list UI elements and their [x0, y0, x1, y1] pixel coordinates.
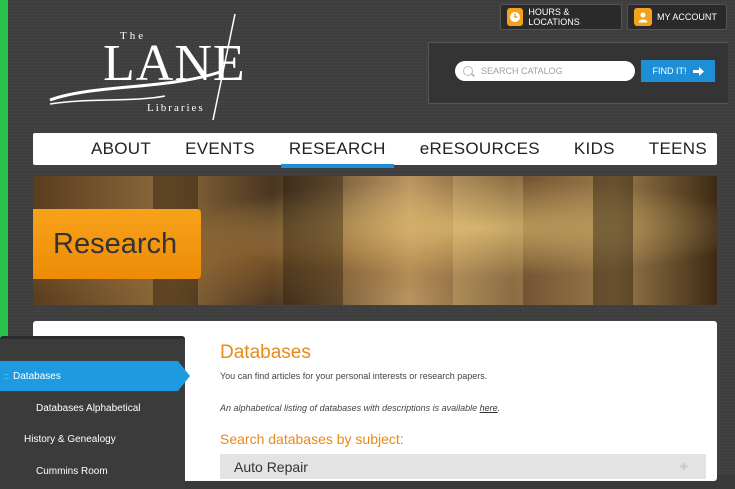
intro-text: You can find articles for your personal … — [220, 371, 488, 381]
sidebar-item-databases-alphabetical[interactable]: Databases Alphabetical — [0, 393, 185, 423]
sidebar: :: Databases Databases Alphabetical Hist… — [0, 336, 190, 489]
here-link[interactable]: here — [480, 403, 498, 413]
logo-libraries: Libraries — [147, 102, 205, 114]
search-catalog-input[interactable] — [455, 61, 635, 81]
sidebar-item-label: Databases — [13, 370, 61, 382]
sidebar-item-label: History & Genealogy — [24, 433, 116, 445]
sidebar-item-databases[interactable]: :: Databases — [0, 361, 190, 391]
accordion-label: Auto Repair — [234, 458, 308, 475]
find-it-button[interactable]: FIND IT! — [641, 60, 715, 82]
my-account-label: MY ACCOUNT — [657, 12, 717, 22]
page-title: Databases — [220, 342, 311, 363]
arrow-right-icon — [692, 66, 704, 76]
logo-lane: LANE — [103, 35, 246, 92]
sidebar-item-label: Cummins Room — [36, 465, 108, 477]
nav-research[interactable]: RESEARCH — [280, 139, 394, 168]
search-icon — [463, 66, 473, 76]
subject-heading: Search databases by subject: — [220, 431, 404, 447]
catalog-search-panel: FIND IT! — [428, 42, 728, 104]
research-banner-image: Research — [33, 176, 717, 305]
nav-about[interactable]: ABOUT — [91, 139, 151, 159]
my-account-button[interactable]: MY ACCOUNT — [627, 4, 727, 30]
lane-libraries-logo[interactable]: The LANE Libraries — [45, 12, 245, 122]
banner-title: Research — [33, 209, 201, 279]
user-icon — [634, 8, 652, 26]
sidebar-item-label: Databases Alphabetical — [36, 402, 141, 414]
alphabetical-note: An alphabetical listing of databases wit… — [220, 403, 501, 413]
nav-kids[interactable]: KIDS — [574, 139, 615, 159]
sidebar-bullet: :: — [4, 371, 10, 381]
sidebar-item-history-genealogy[interactable]: History & Genealogy — [0, 424, 185, 454]
find-it-label: FIND IT! — [652, 66, 687, 76]
hours-locations-label: HOURS & LOCATIONS — [528, 7, 580, 27]
clock-icon — [507, 8, 524, 26]
main-nav: ABOUT EVENTS RESEARCH eRESOURCES KIDS TE… — [33, 133, 717, 168]
expand-plus-icon: ✚ — [679, 462, 688, 473]
subject-accordion-auto-repair[interactable]: Auto Repair ✚ — [220, 454, 706, 479]
nav-eresources[interactable]: eRESOURCES — [420, 139, 540, 159]
hours-locations-button[interactable]: HOURS & LOCATIONS — [500, 4, 622, 30]
sidebar-item-cummins-room[interactable]: Cummins Room — [0, 456, 185, 486]
nav-teens[interactable]: TEENS — [649, 139, 707, 159]
alphabetical-note-text: An alphabetical listing of databases wit… — [220, 403, 480, 413]
nav-events[interactable]: EVENTS — [185, 139, 255, 159]
